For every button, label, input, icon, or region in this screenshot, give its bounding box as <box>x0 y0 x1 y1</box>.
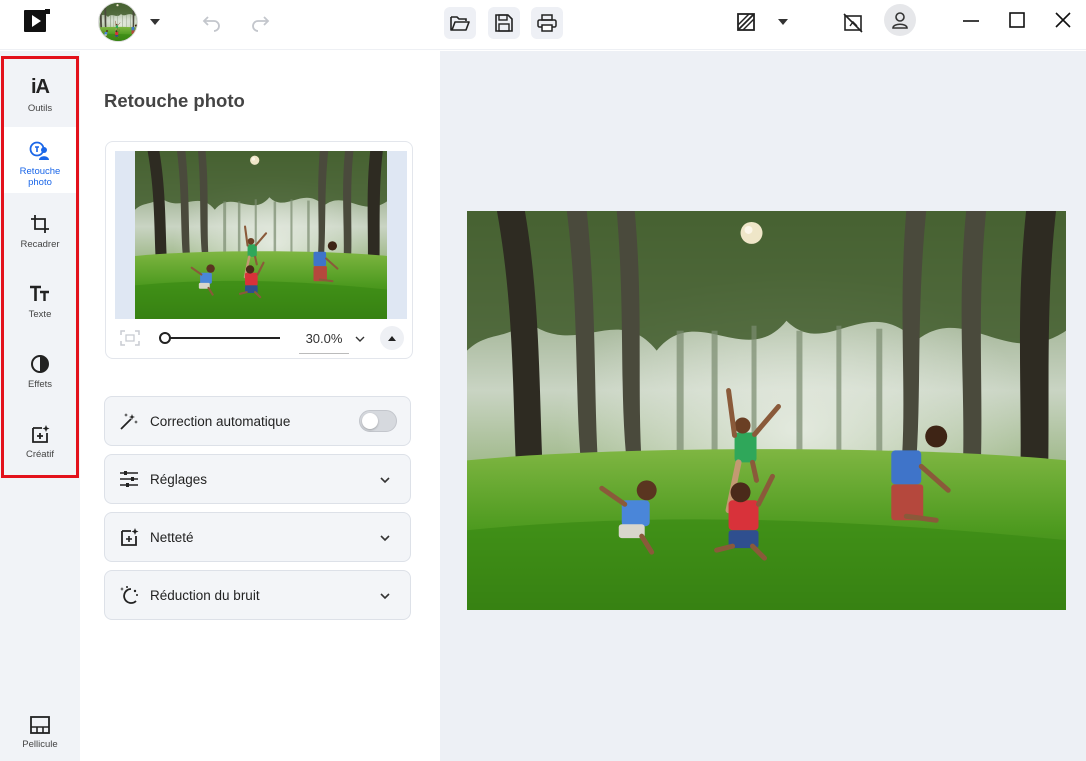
open-file-button[interactable] <box>444 7 476 39</box>
compare-icon <box>737 13 755 31</box>
section-label: Netteté <box>150 529 194 545</box>
panel-title: Retouche photo <box>104 90 245 111</box>
rail-item-label: Effets <box>27 379 53 390</box>
account-icon <box>892 12 908 29</box>
chevron-down-icon <box>380 593 390 600</box>
title-bar <box>0 0 1086 50</box>
main-photo[interactable] <box>467 211 1066 610</box>
section-label: Réduction du bruit <box>150 587 260 603</box>
chevron-down-icon <box>355 336 365 342</box>
rail-item-label: Outils <box>27 103 53 114</box>
zoom-dropdown-button[interactable] <box>354 332 368 346</box>
navigator-viewport[interactable] <box>115 151 407 319</box>
section-label: Réglages <box>150 471 208 487</box>
rail-item-retouche-photo[interactable]: Retouche photo <box>4 127 76 193</box>
save-button[interactable] <box>488 7 520 39</box>
minimize-button[interactable] <box>958 8 984 32</box>
rail-item-recadrer[interactable]: Recadrer <box>4 202 76 268</box>
fit-to-screen-icon[interactable] <box>120 330 142 348</box>
undo-icon <box>202 16 220 32</box>
chevron-down-icon <box>150 19 160 25</box>
close-icon <box>1055 12 1071 28</box>
effects-icon <box>31 355 49 373</box>
rail-item-label: Recadrer <box>20 239 60 250</box>
section-reduction-bruit[interactable]: Réduction du bruit <box>104 570 411 620</box>
ai-tools-icon: iA <box>31 76 50 98</box>
image-canvas[interactable] <box>440 51 1086 761</box>
sharpen-icon <box>119 527 139 547</box>
app-logo-icon <box>22 8 52 36</box>
account-button[interactable] <box>884 4 916 36</box>
creative-icon <box>32 425 50 443</box>
section-auto-correction[interactable]: Correction automatique <box>104 396 411 446</box>
rail-item-texte[interactable]: Texte <box>4 272 76 338</box>
redo-button[interactable] <box>248 10 272 34</box>
retouch-icon <box>29 141 49 160</box>
tool-rail: iA Outils Retouche photo Recadrer Texte … <box>0 51 80 761</box>
minimize-icon <box>963 20 979 22</box>
rail-item-creatif[interactable]: Créatif <box>4 412 76 478</box>
crop-off-icon <box>843 13 863 33</box>
chevron-down-icon <box>778 19 788 25</box>
rail-item-label: Pellicule <box>22 739 58 750</box>
section-nettete[interactable]: Netteté <box>104 512 411 562</box>
redo-icon <box>252 16 270 32</box>
close-button[interactable] <box>1050 8 1076 32</box>
settings-panel: Retouche photo 30.0% Correction automati… <box>80 51 440 761</box>
crop-off-button[interactable] <box>840 10 866 36</box>
rail-item-outils[interactable]: iA Outils <box>4 64 76 130</box>
zoom-slider-track[interactable] <box>162 337 280 339</box>
print-icon <box>537 14 557 32</box>
save-icon <box>495 14 513 32</box>
magic-wand-icon <box>119 411 139 431</box>
text-icon <box>30 285 49 301</box>
rail-item-label: Texte <box>28 309 52 320</box>
navigator-thumbnail <box>135 151 387 319</box>
profile-menu[interactable] <box>94 1 164 43</box>
compare-menu[interactable] <box>736 10 800 34</box>
print-button[interactable] <box>531 7 563 39</box>
user-photo-avatar <box>98 2 138 42</box>
section-reglages[interactable]: Réglages <box>104 454 411 504</box>
folder-open-icon <box>450 16 470 31</box>
filmstrip-icon <box>30 716 50 734</box>
auto-correction-toggle[interactable] <box>359 410 397 432</box>
undo-button[interactable] <box>200 10 224 34</box>
navigator-card: 30.0% <box>105 141 413 359</box>
rail-item-label: Créatif <box>26 449 54 460</box>
rail-item-effets[interactable]: Effets <box>4 342 76 408</box>
denoise-icon <box>119 585 139 605</box>
rail-item-label: Retouche photo <box>19 166 61 188</box>
chevron-down-icon <box>380 477 390 484</box>
toggle-knob <box>362 413 378 429</box>
rail-item-pellicule[interactable]: Pellicule <box>4 704 76 761</box>
zoom-value-field[interactable]: 30.0% <box>299 329 349 354</box>
triangle-up-icon <box>388 336 396 341</box>
sliders-icon <box>119 469 139 489</box>
collapse-navigator-button[interactable] <box>380 326 404 350</box>
maximize-button[interactable] <box>1004 8 1030 32</box>
zoom-slider-handle[interactable] <box>159 332 171 344</box>
maximize-icon <box>1009 12 1025 28</box>
crop-icon <box>31 215 49 233</box>
section-label: Correction automatique <box>150 413 291 429</box>
chevron-down-icon <box>380 535 390 542</box>
